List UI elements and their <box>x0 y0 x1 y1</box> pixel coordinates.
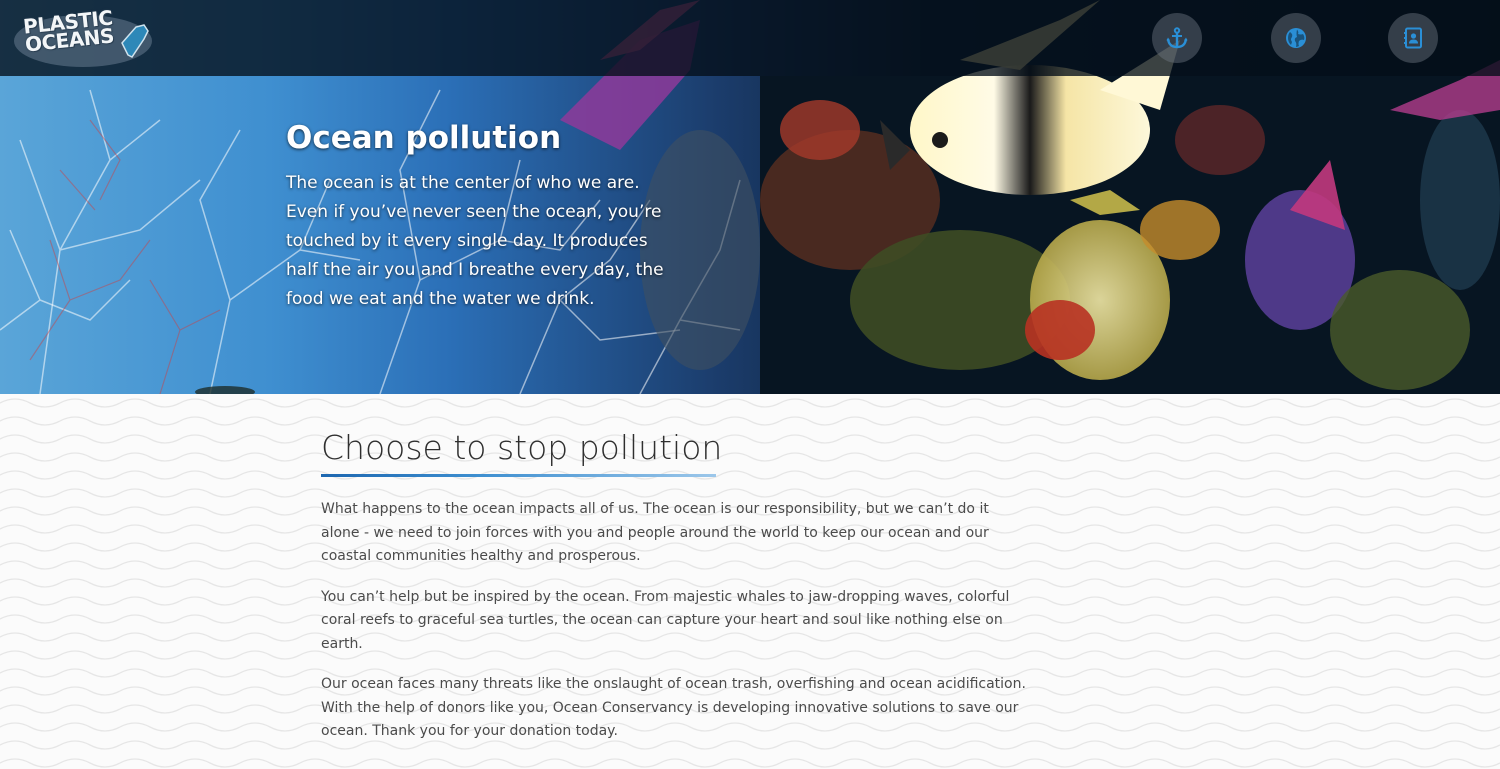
anchor-icon[interactable] <box>1152 13 1202 63</box>
logo-text: PLASTIC OCEANS <box>22 5 115 57</box>
hero-description: The ocean is at the center of who we are… <box>286 173 664 309</box>
bottle-icon <box>121 24 149 58</box>
paragraph: What happens to the ocean impacts all of… <box>321 501 989 564</box>
top-navigation-bar: PLASTIC OCEANS <box>0 0 1500 76</box>
hero-text-block: Ocean pollution The ocean is at the cent… <box>286 119 686 314</box>
paragraph: You can’t help but be inspired by the oc… <box>321 588 1010 652</box>
article: Choose to stop pollution What happens to… <box>321 427 1031 744</box>
title-underline <box>321 474 716 477</box>
hero-banner: PLASTIC OCEANS Ocean pollution The ocean… <box>0 0 1500 394</box>
globe-icon[interactable] <box>1271 13 1321 63</box>
contact-book-icon[interactable] <box>1388 13 1438 63</box>
section-title: Choose to stop pollution <box>321 428 723 467</box>
hero-title: Ocean pollution <box>286 120 562 156</box>
page: PLASTIC OCEANS Ocean pollution The ocean… <box>0 0 1500 769</box>
main-content: Choose to stop pollution What happens to… <box>0 394 1500 769</box>
plastic-oceans-logo[interactable]: PLASTIC OCEANS <box>14 5 152 67</box>
paragraph: Our ocean faces many threats like the on… <box>321 676 1026 739</box>
